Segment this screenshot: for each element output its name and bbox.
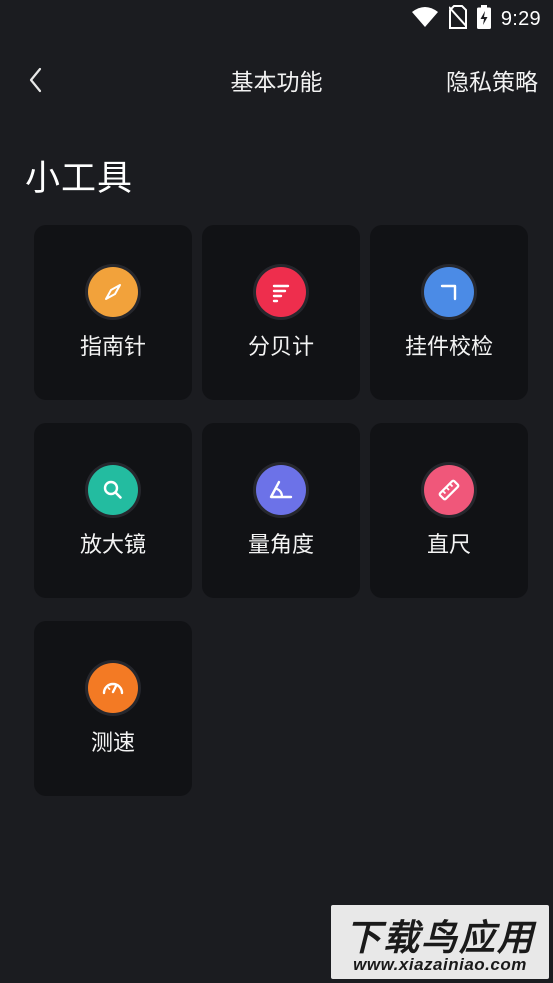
status-bar: 9:29 (0, 0, 553, 38)
protractor-icon (256, 465, 306, 515)
tool-label: 分贝计 (247, 335, 314, 360)
tool-icon-ring (421, 264, 477, 320)
level-check-icon (424, 267, 474, 317)
tool-icon-ring (253, 264, 309, 320)
tool-card-ruler[interactable]: 直尺 (370, 423, 528, 598)
tool-card-compass[interactable]: 指南针 (34, 225, 192, 400)
tool-grid: 指南针 分贝计 挂件校检 放大镜 量角度 直尺 测速 (34, 225, 529, 796)
no-sim-icon (448, 5, 468, 33)
ruler-icon (424, 465, 474, 515)
tool-icon-ring (421, 462, 477, 518)
privacy-policy-link[interactable]: 隐私策略 (446, 63, 538, 97)
header: 基本功能 隐私策略 (0, 50, 553, 110)
tool-label: 挂件校检 (404, 335, 493, 360)
compass-icon (88, 267, 138, 317)
tool-label: 直尺 (426, 533, 471, 558)
decibel-icon (256, 267, 306, 317)
tool-icon-ring (85, 264, 141, 320)
tool-icon-ring (253, 462, 309, 518)
tool-label: 测速 (90, 731, 135, 756)
tool-card-decibel[interactable]: 分贝计 (202, 225, 360, 400)
status-icons: 9:29 (411, 5, 541, 33)
wifi-icon (411, 6, 439, 32)
tool-label: 放大镜 (79, 533, 146, 558)
battery-charging-icon (476, 5, 491, 33)
tool-label: 量角度 (247, 533, 314, 558)
magnifier-icon (88, 465, 138, 515)
tool-icon-ring (85, 660, 141, 716)
tool-card-speedometer[interactable]: 测速 (34, 621, 192, 796)
status-time: 9:29 (500, 7, 541, 30)
tool-card-level-check[interactable]: 挂件校检 (370, 225, 528, 400)
watermark-logo: 下载鸟应用 www.xiazainiao.com (331, 905, 549, 979)
tool-card-magnifier[interactable]: 放大镜 (34, 423, 192, 598)
section-title: 小工具 (25, 159, 134, 199)
speedometer-icon (88, 663, 138, 713)
tool-icon-ring (85, 462, 141, 518)
watermark-brand: 下载鸟应用 (344, 917, 535, 958)
tool-card-protractor[interactable]: 量角度 (202, 423, 360, 598)
watermark-url: www.xiazainiao.com (353, 955, 527, 974)
tool-label: 指南针 (79, 335, 146, 360)
